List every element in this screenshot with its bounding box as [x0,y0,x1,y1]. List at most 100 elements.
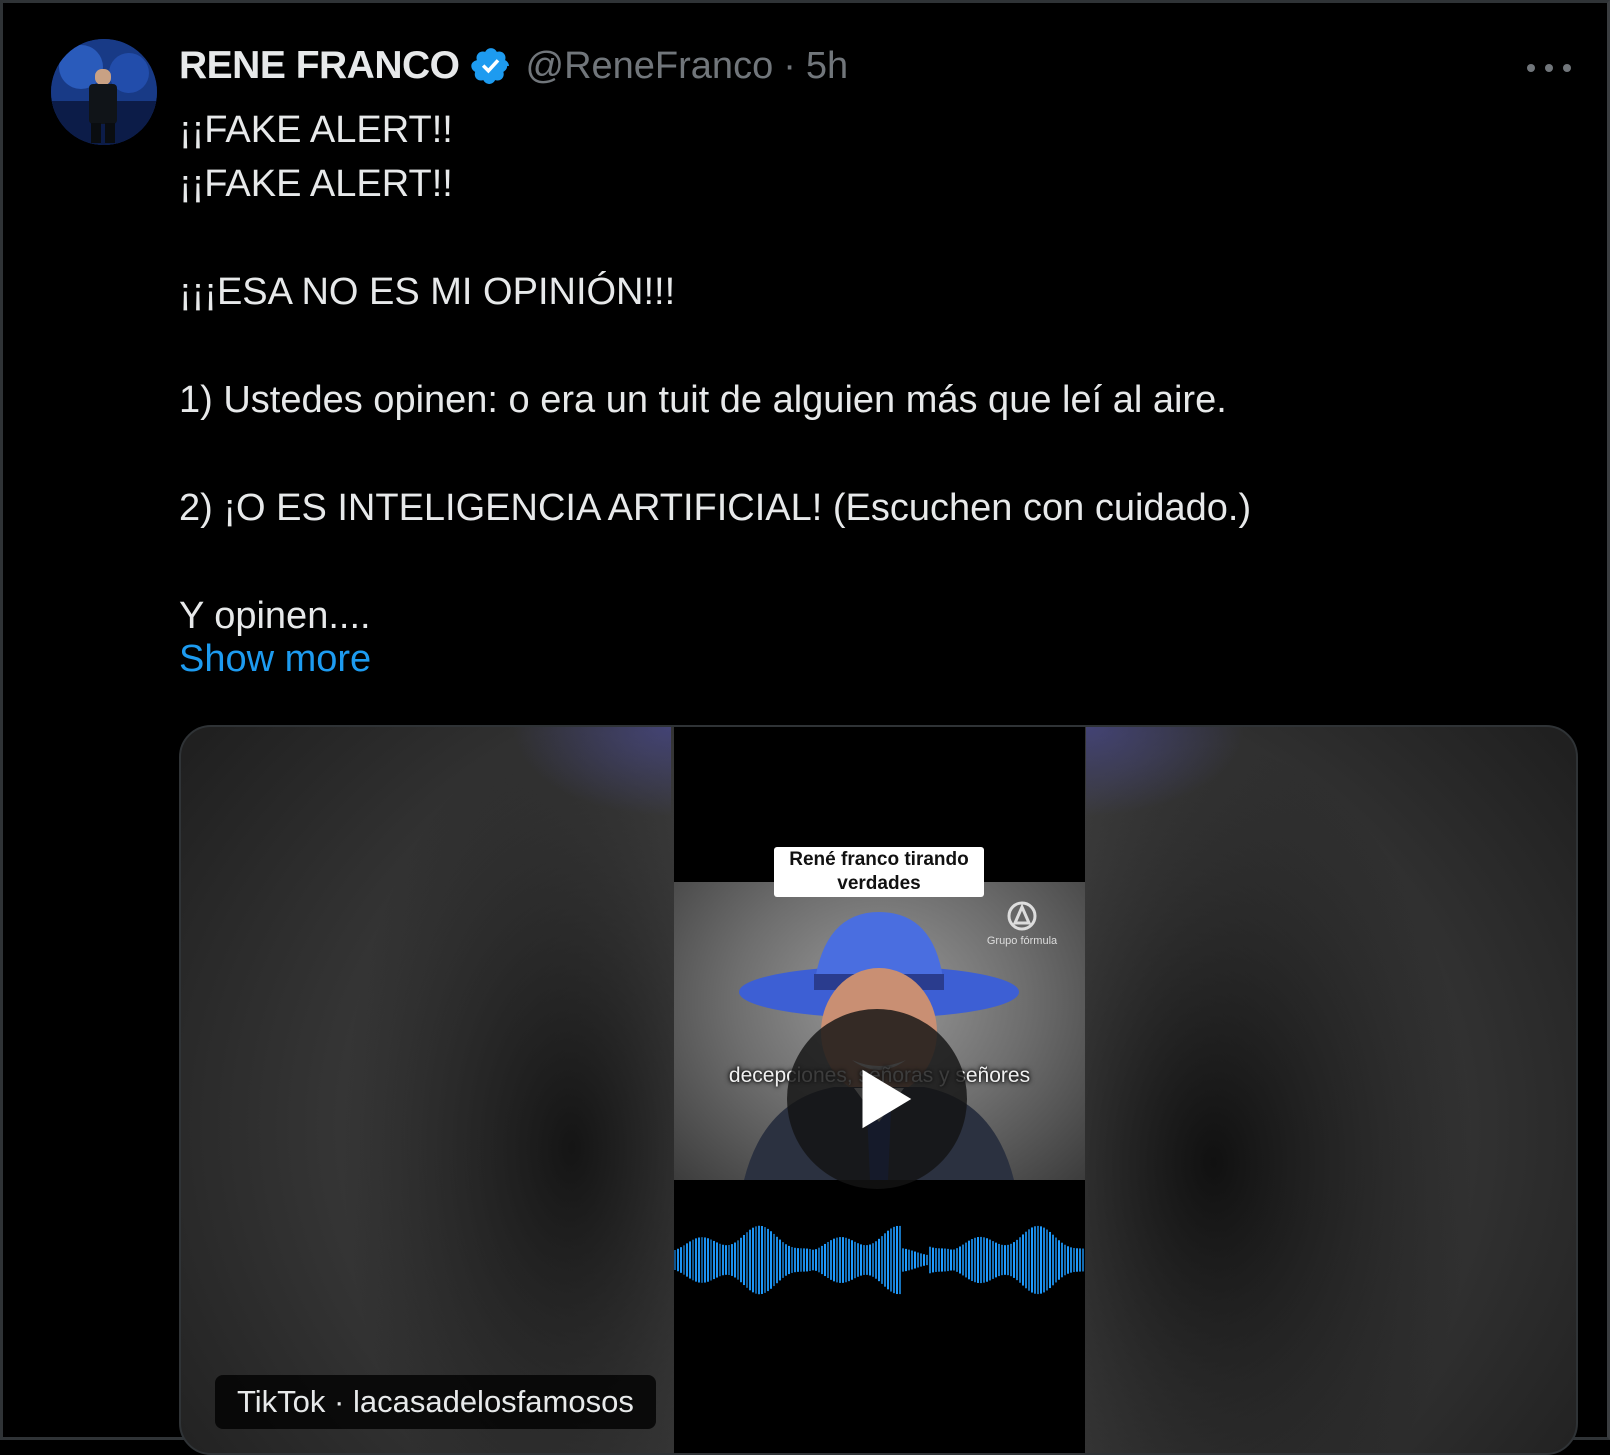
tweet-line: Y opinen.... [179,595,371,637]
waveform-bar [722,1244,724,1276]
waveform-bar [689,1241,691,1279]
waveform-bar [965,1242,967,1278]
waveform-bar [971,1239,973,1281]
glow-left [511,727,671,817]
waveform-bar [977,1237,979,1283]
waveform-bar [1037,1225,1039,1295]
waveform-bar [941,1248,943,1272]
waveform-bar [989,1239,991,1281]
logo-icon [1007,901,1037,931]
waveform-bar [1064,1244,1066,1276]
glow-right [1086,727,1246,817]
waveform-bar [1025,1231,1027,1289]
avatar[interactable] [51,39,157,145]
waveform-bar [881,1236,883,1284]
waveform-bar [785,1244,787,1276]
play-button[interactable] [787,1009,967,1189]
waveform-bar [752,1227,754,1293]
waveform-bar [809,1248,811,1272]
waveform-bar [992,1241,994,1279]
waveform-bar [1046,1229,1048,1291]
tweet-line: 1) Ustedes opinen: o era un tuit de algu… [179,379,1227,421]
audio-waveform [674,1205,1085,1315]
waveform-bar [839,1237,841,1283]
waveform-bar [1028,1229,1030,1291]
waveform-bar [821,1245,823,1275]
waveform-bar [1082,1248,1084,1272]
waveform-bar [716,1242,718,1278]
waveform-bar [863,1245,865,1275]
waveform-bar [731,1244,733,1276]
waveform-bar [719,1243,721,1277]
waveform-bar [932,1247,934,1273]
waveform-bar [740,1237,742,1283]
waveform-bar [800,1248,802,1272]
tweet-line: 2) ¡O ES INTELIGENCIA ARTIFICIAL! (Escuc… [179,487,1252,529]
waveform-bar [947,1248,949,1272]
video-frame[interactable]: René franco tirando verdades Grupo fórmu… [674,727,1085,1453]
waveform-bar [914,1251,916,1269]
waveform-bar [833,1238,835,1282]
waveform-bar [1043,1227,1045,1293]
waveform-bar [878,1238,880,1282]
waveform-bar [1004,1245,1006,1275]
play-icon [862,1069,912,1129]
waveform-bar [770,1231,772,1289]
show-more-link[interactable]: Show more [179,638,371,681]
waveform-bar [1031,1227,1033,1293]
waveform-bar [728,1244,730,1276]
waveform-bar [860,1244,862,1276]
waveform-bar [929,1246,931,1274]
waveform-bar [791,1247,793,1273]
waveform-bar [842,1237,844,1283]
waveform-bar [1016,1239,1018,1281]
waveform-bar [797,1248,799,1272]
timestamp[interactable]: 5h [806,45,848,88]
tweet-card[interactable]: RENE FRANCO @ReneFranco · 5h ¡¡FAKE ALER… [0,0,1610,1455]
waveform-bar [1049,1231,1051,1289]
waveform-bar [920,1253,922,1267]
waveform-bar [1055,1237,1057,1283]
video-source-label[interactable]: TikTok · lacasadelosfamosos [215,1375,656,1429]
waveform-bar [923,1254,925,1266]
waveform-bar [845,1237,847,1283]
waveform-bar [788,1245,790,1275]
waveform-bar [1007,1244,1009,1276]
waveform-bar [962,1244,964,1276]
waveform-bar [980,1236,982,1284]
author-handle[interactable]: @ReneFranco [526,45,774,88]
waveform-bar [749,1229,751,1291]
video-caption: René franco tirando verdades [774,847,984,897]
waveform-bar [995,1242,997,1278]
waveform-bar [680,1247,682,1273]
tweet-text: ¡¡FAKE ALERT!! ¡¡FAKE ALERT!! ¡¡¡ESA NO ES… [179,103,1559,643]
tweet-header: RENE FRANCO @ReneFranco · 5h [179,41,848,91]
waveform-bar [887,1230,889,1290]
author-name[interactable]: RENE FRANCO [179,44,460,88]
waveform-bar [956,1248,958,1272]
verified-badge-icon [470,45,512,87]
waveform-bar [776,1236,778,1284]
waveform-bar [848,1238,850,1282]
video-embed[interactable]: René franco tirando verdades Grupo fórmu… [179,725,1578,1455]
broadcaster-logo: Grupo fórmula [982,899,1062,947]
waveform-bar [1061,1242,1063,1278]
waveform-bar [1010,1243,1012,1277]
tweet-line: ¡¡FAKE ALERT!! [179,163,453,205]
waveform-bar [1058,1240,1060,1280]
waveform-bar [875,1241,877,1279]
waveform-bar [1013,1242,1015,1278]
waveform-bar [773,1233,775,1287]
waveform-bar [827,1241,829,1279]
waveform-bar [1040,1226,1042,1294]
more-dots-icon[interactable] [1527,55,1571,81]
waveform-bar [1022,1234,1024,1286]
waveform-bar [866,1245,868,1275]
waveform-bar [1079,1248,1081,1272]
waveform-bar [695,1238,697,1282]
waveform-bar [1052,1234,1054,1286]
waveform-bar [743,1234,745,1286]
waveform-bar [737,1240,739,1280]
waveform-bar [872,1243,874,1277]
